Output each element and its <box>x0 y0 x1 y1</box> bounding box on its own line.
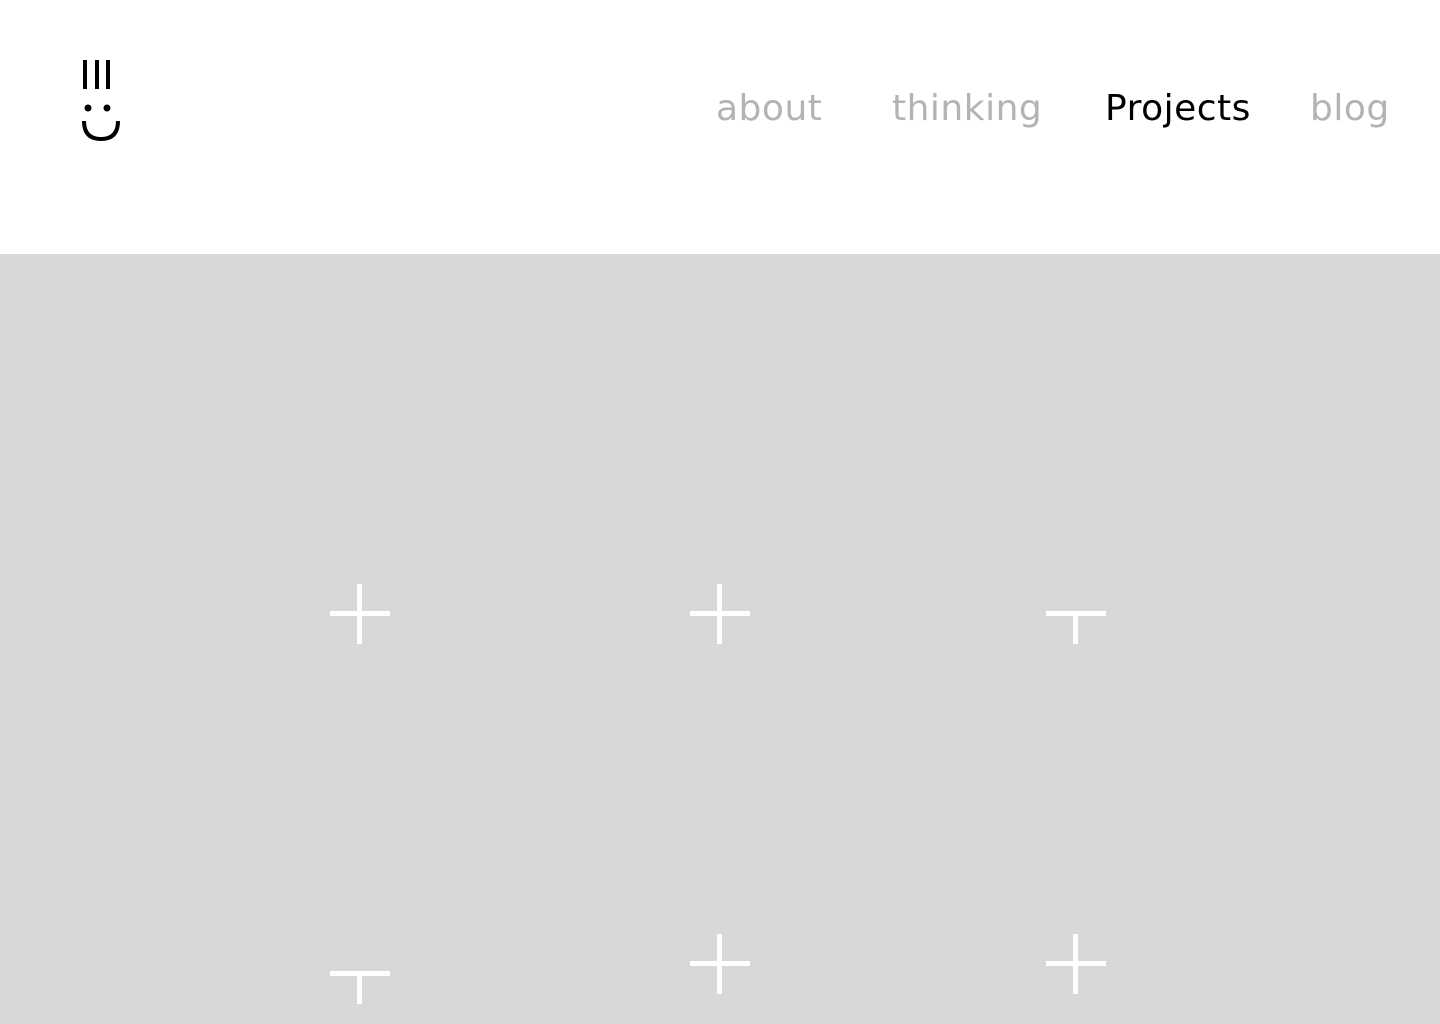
projects-grid <box>0 254 1440 1024</box>
site-header: about thinking Projects blog <box>0 0 1440 254</box>
plus-icon <box>1046 934 1106 994</box>
nav-link-about[interactable]: about <box>716 84 822 134</box>
plus-icon <box>330 584 390 644</box>
nav-link-projects[interactable]: Projects <box>1105 84 1251 134</box>
nav-link-blog[interactable]: blog <box>1310 84 1390 134</box>
tee-icon <box>1046 584 1106 644</box>
tee-icon <box>330 944 390 1004</box>
plus-icon <box>690 934 750 994</box>
plus-icon <box>690 584 750 644</box>
main-nav: about thinking Projects blog <box>0 84 1440 134</box>
nav-link-thinking[interactable]: thinking <box>892 84 1042 134</box>
